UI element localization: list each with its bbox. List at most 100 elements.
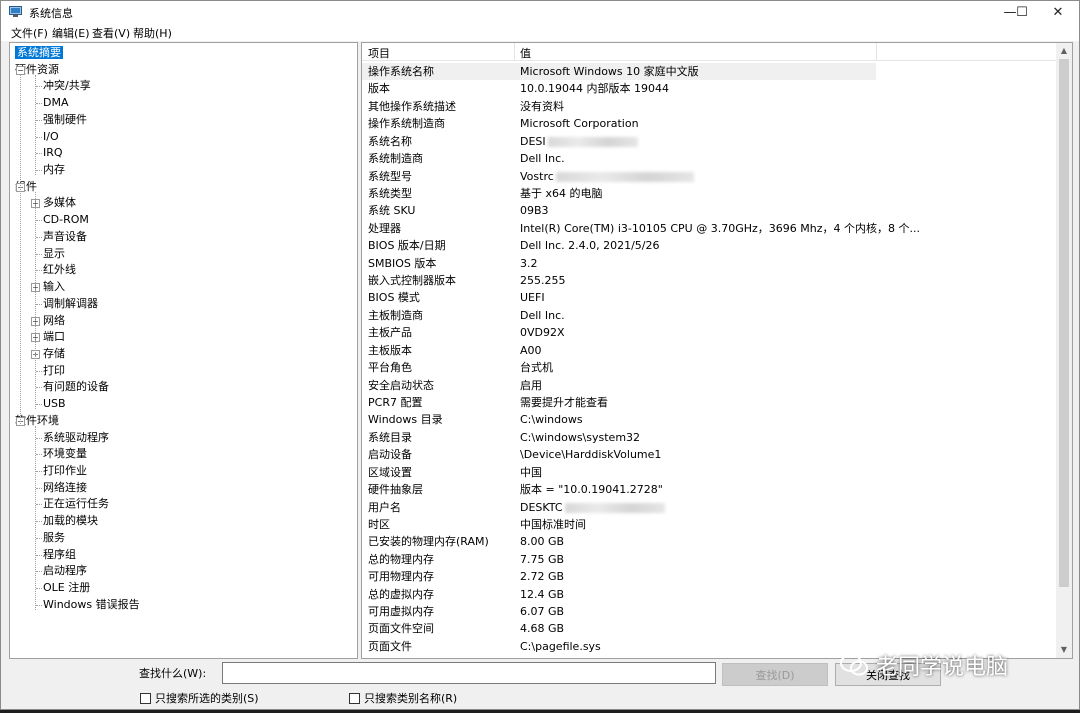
list-row[interactable]: 可用物理内存 2.72 GB (362, 568, 1057, 585)
tree-item[interactable]: 环境变量 (43, 446, 87, 462)
tree-item[interactable]: CD-ROM (43, 212, 89, 228)
title-bar[interactable]: 系统信息 — ☐ ✕ (1, 1, 1079, 23)
find-input[interactable] (222, 662, 716, 684)
search-selected-category-checkbox[interactable]: 只搜索所选的类别(S) (140, 690, 259, 706)
tree-item[interactable]: 声音设备 (43, 229, 87, 245)
column-separator[interactable] (514, 43, 515, 61)
list-row[interactable]: 区域设置 中国 (362, 464, 1057, 481)
tree-item-label: 系统摘要 (15, 46, 63, 59)
tree-item[interactable]: 输入 (43, 279, 65, 295)
tree-item[interactable]: 内存 (43, 162, 65, 178)
list-row[interactable]: 版本 10.0.19044 内部版本 19044 (362, 80, 1057, 97)
tree-item[interactable]: 调制解调器 (43, 296, 98, 312)
list-row[interactable]: 总的虚拟内存 12.4 GB (362, 586, 1057, 603)
collapse-icon[interactable]: − (16, 65, 25, 75)
scroll-up-icon[interactable]: ▲ (1056, 43, 1072, 59)
list-row[interactable]: 嵌入式控制器版本 255.255 (362, 272, 1057, 289)
tree-item[interactable]: 红外线 (43, 262, 76, 278)
list-row[interactable]: 时区 中国标准时间 (362, 516, 1057, 533)
tree-item[interactable]: 程序组 (43, 547, 76, 563)
list-row[interactable]: 主板版本 A00 (362, 342, 1057, 359)
list-row[interactable]: BIOS 模式 UEFI (362, 289, 1057, 306)
list-row[interactable]: 系统型号 Vostrc (362, 168, 1057, 185)
checkbox-box[interactable] (140, 692, 151, 704)
category-tree[interactable]: 系统摘要 硬件资源 − 冲突/共享 DMA 强制硬件 I/O IRQ 内存 组件 − 多媒体 + CD-R… (9, 42, 358, 659)
list-row[interactable]: 页面文件空间 4.68 GB (362, 620, 1057, 637)
value-text: C:\pagefile.sys (520, 639, 601, 653)
list-row[interactable]: 启动设备 \Device\HarddiskVolume1 (362, 446, 1057, 463)
tree-item[interactable]: 网络 (43, 313, 65, 329)
item-cell: SMBIOS 版本 (368, 256, 437, 270)
tree-item[interactable]: 存储 (43, 346, 65, 362)
tree-item[interactable]: Windows 错误报告 (43, 597, 140, 613)
list-row[interactable]: 其他操作系统描述 没有资料 (362, 98, 1057, 115)
menu-help[interactable]: 帮助(H) (133, 25, 172, 41)
tree-item[interactable]: 系统摘要 (15, 45, 63, 61)
tree-item[interactable]: 打印作业 (43, 463, 87, 479)
list-row[interactable]: 系统 SKU 09B3 (362, 202, 1057, 219)
tree-item[interactable]: 打印 (43, 363, 65, 379)
details-list[interactable]: 项目 值 操作系统名称 Microsoft Windows 10 家庭中文版 版本 1… (361, 42, 1073, 659)
tree-item[interactable]: 加载的模块 (43, 513, 98, 529)
menu-view[interactable]: 查看(V) (92, 25, 130, 41)
list-row[interactable]: 总的物理内存 7.75 GB (362, 551, 1057, 568)
list-row[interactable]: BIOS 版本/日期 Dell Inc. 2.4.0, 2021/5/26 (362, 237, 1057, 254)
tree-item[interactable]: 强制硬件 (43, 112, 87, 128)
list-row[interactable]: 操作系统名称 Microsoft Windows 10 家庭中文版 (362, 63, 876, 81)
tree-item[interactable]: I/O (43, 129, 59, 145)
tree-item[interactable]: 冲突/共享 (43, 78, 91, 94)
tree-item[interactable]: OLE 注册 (43, 580, 90, 596)
list-row[interactable]: 主板产品 0VD92X (362, 324, 1057, 341)
tree-item[interactable]: 启动程序 (43, 563, 87, 579)
tree-item[interactable]: 正在运行任务 (43, 496, 109, 512)
tree-item[interactable]: 服务 (43, 530, 65, 546)
list-row[interactable]: 操作系统制造商 Microsoft Corporation (362, 115, 1057, 132)
checkbox-box[interactable] (349, 692, 360, 704)
value-cell: 255.255 (520, 272, 566, 289)
find-button[interactable]: 查找(D) (722, 663, 828, 686)
tree-connector (36, 303, 42, 305)
tree-item[interactable]: 多媒体 (43, 195, 76, 211)
tree-item[interactable]: 显示 (43, 246, 65, 262)
item-cell: 版本 (368, 82, 390, 96)
value-cell: 8.00 GB (520, 533, 564, 550)
column-header-item[interactable]: 项目 (368, 45, 390, 61)
list-row[interactable]: 安全启动状态 启用 (362, 377, 1057, 394)
list-row[interactable]: 系统名称 DESI (362, 133, 1057, 150)
item-cell: 系统目录 (368, 430, 412, 444)
tree-connector (36, 387, 42, 389)
close-button[interactable]: ✕ (1035, 1, 1079, 23)
tree-item[interactable]: DMA (43, 95, 69, 111)
list-row[interactable]: 硬件抽象层 版本 = "10.0.19041.2728" (362, 481, 1057, 498)
list-row[interactable]: 已安装的物理内存(RAM) 8.00 GB (362, 533, 1057, 550)
tree-item[interactable]: USB (43, 396, 66, 412)
tree-item[interactable]: 网络连接 (43, 480, 87, 496)
list-row[interactable]: 系统目录 C:\windows\system32 (362, 429, 1057, 446)
scrollbar-thumb[interactable] (1059, 59, 1069, 587)
list-row[interactable]: 系统制造商 Dell Inc. (362, 150, 1057, 167)
list-row[interactable]: Windows 目录 C:\windows (362, 411, 1057, 428)
list-row[interactable]: 处理器 Intel(R) Core(TM) i3-10105 CPU @ 3.70… (362, 220, 1057, 237)
tree-item[interactable]: 系统驱动程序 (43, 430, 109, 446)
column-header-value[interactable]: 值 (520, 45, 531, 61)
value-text: 2.72 GB (520, 570, 565, 584)
tree-item[interactable]: 有问题的设备 (43, 379, 109, 395)
list-row[interactable]: 可用虚拟内存 6.07 GB (362, 603, 1057, 620)
list-row[interactable]: 用户名 DESKTC (362, 499, 1057, 516)
item-cell: 用户名 (368, 500, 401, 514)
search-category-names-checkbox[interactable]: 只搜索类别名称(R) (349, 690, 457, 706)
menu-file[interactable]: 文件(F) (11, 25, 48, 41)
tree-item[interactable]: IRQ (43, 145, 63, 161)
scroll-down-icon[interactable]: ▼ (1056, 642, 1072, 658)
list-row[interactable]: SMBIOS 版本 3.2 (362, 255, 1057, 272)
list-row[interactable]: 主板制造商 Dell Inc. (362, 307, 1057, 324)
tree-item[interactable]: 端口 (43, 329, 65, 345)
menu-edit[interactable]: 编辑(E) (52, 25, 90, 41)
value-cell: 台式机 (520, 359, 553, 376)
list-row[interactable]: 平台角色 台式机 (362, 359, 1057, 376)
list-row[interactable]: PCR7 配置 需要提升才能查看 (362, 394, 1057, 411)
vertical-scrollbar[interactable]: ▲ ▼ (1056, 43, 1072, 658)
column-separator[interactable] (876, 43, 877, 61)
value-text: 版本 = "10.0.19041.2728" (520, 483, 663, 497)
list-row[interactable]: 系统类型 基于 x64 的电脑 (362, 185, 1057, 202)
